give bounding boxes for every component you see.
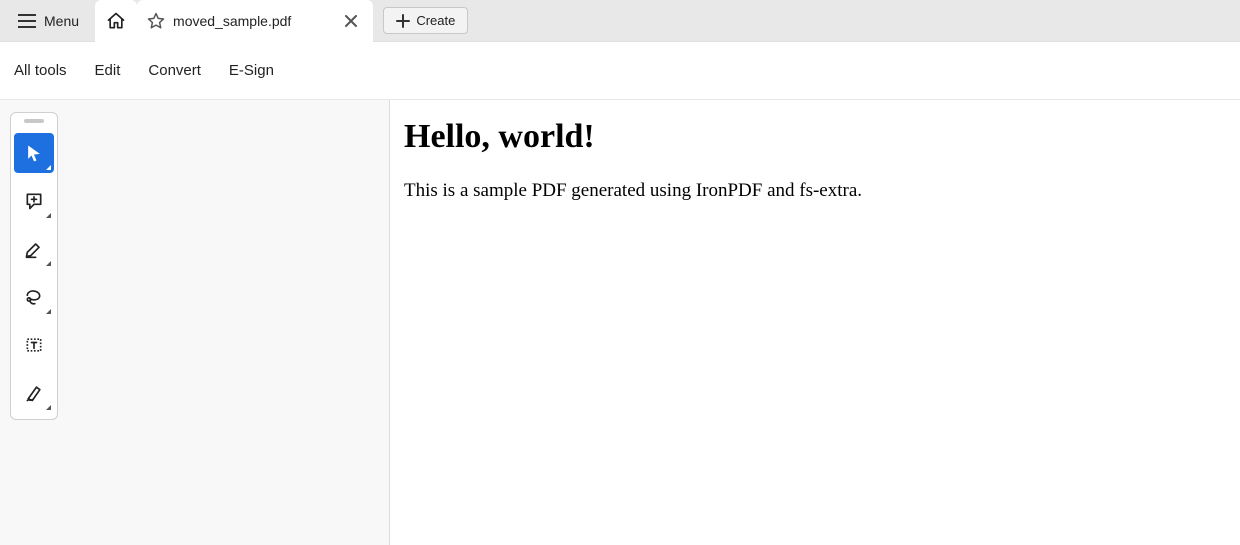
close-tab-button[interactable] <box>339 13 363 29</box>
file-tab[interactable]: moved_sample.pdf <box>137 0 373 42</box>
select-tool[interactable] <box>14 133 54 173</box>
home-icon <box>106 11 126 31</box>
menubar-item-convert[interactable]: Convert <box>148 62 201 79</box>
lasso-icon <box>24 287 44 307</box>
tool-panel <box>10 112 58 420</box>
tab-bar: Menu moved_sample.pdf Create <box>0 0 1240 42</box>
plus-icon <box>396 14 410 28</box>
document-viewport[interactable]: Hello, world! This is a sample PDF gener… <box>390 100 1240 545</box>
pen-icon <box>24 383 44 403</box>
cursor-icon <box>24 143 44 163</box>
draw-tool[interactable] <box>14 277 54 317</box>
sign-tool[interactable] <box>14 373 54 413</box>
comment-tool[interactable] <box>14 181 54 221</box>
hamburger-icon <box>18 14 36 28</box>
document-body: This is a sample PDF generated using Iro… <box>404 180 1226 202</box>
menubar-item-esign[interactable]: E-Sign <box>229 62 274 79</box>
menubar-item-edit[interactable]: Edit <box>95 62 121 79</box>
highlight-tool[interactable] <box>14 229 54 269</box>
menu-label: Menu <box>44 13 79 29</box>
textbox-icon <box>24 335 44 355</box>
star-icon <box>147 12 165 30</box>
comment-icon <box>24 191 44 211</box>
home-tab[interactable] <box>95 0 137 42</box>
document-heading: Hello, world! <box>404 118 1226 156</box>
menu-button[interactable]: Menu <box>8 7 89 35</box>
create-button[interactable]: Create <box>383 7 468 34</box>
highlighter-icon <box>24 239 44 259</box>
create-label: Create <box>416 13 455 28</box>
menubar-item-all-tools[interactable]: All tools <box>14 62 67 79</box>
content-area: Hello, world! This is a sample PDF gener… <box>0 100 1240 545</box>
file-tab-label: moved_sample.pdf <box>173 13 291 29</box>
textbox-tool[interactable] <box>14 325 54 365</box>
close-icon <box>345 15 357 27</box>
panel-grip-icon[interactable] <box>24 119 44 123</box>
sidebar <box>0 100 390 545</box>
menubar: All tools Edit Convert E-Sign <box>0 42 1240 100</box>
